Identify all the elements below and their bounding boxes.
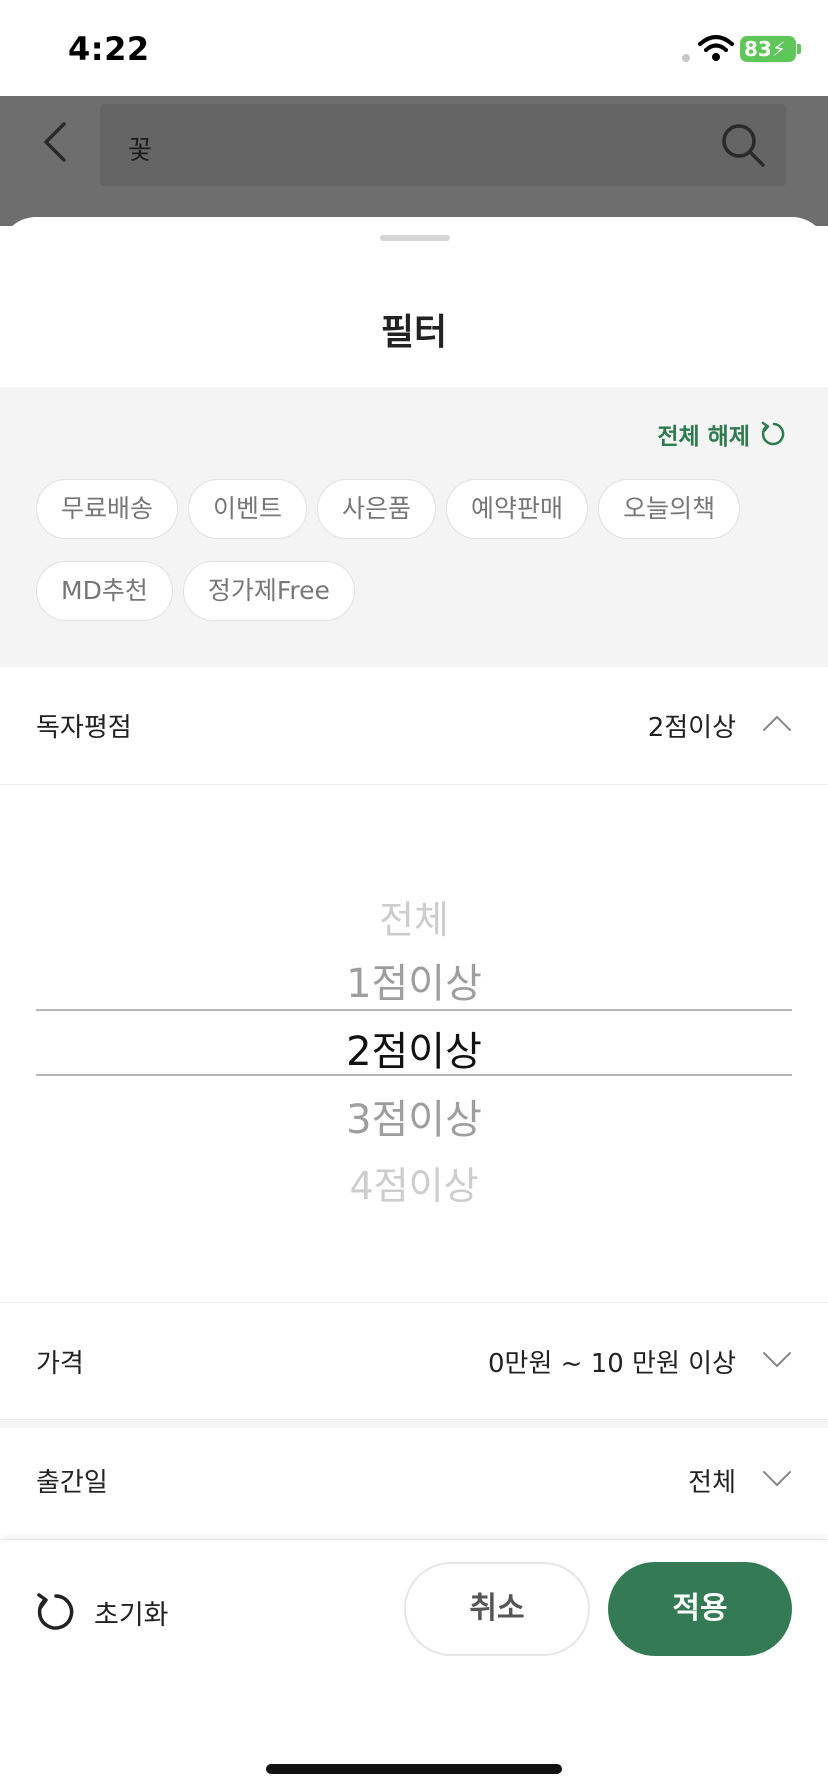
reset-button[interactable]: 초기화 bbox=[34, 1590, 169, 1634]
rating-value: 2점이상 bbox=[647, 713, 736, 743]
status-bar: 4:22 83⚡ bbox=[0, 0, 828, 96]
chip-gift[interactable]: 사은품 bbox=[317, 479, 437, 539]
picker-option[interactable]: 전체 bbox=[0, 889, 828, 944]
reset-label: 초기화 bbox=[94, 1599, 169, 1631]
picker-option-selected[interactable]: 2점이상 bbox=[0, 1019, 828, 1077]
price-label: 가격 bbox=[36, 1349, 84, 1379]
reset-all-label: 전체 해제 bbox=[657, 424, 750, 450]
chevron-up-icon bbox=[763, 716, 791, 731]
battery-tip bbox=[797, 44, 801, 54]
chip-event[interactable]: 이벤트 bbox=[188, 479, 308, 539]
filter-chip-area: 전체 해제 무료배송 이벤트 사은품 예약판매 오늘의책 MD추천 정가제Fre… bbox=[0, 387, 828, 667]
filter-chip-list: 무료배송 이벤트 사은품 예약판매 오늘의책 MD추천 정가제Free bbox=[36, 479, 796, 621]
battery-icon: 83⚡ bbox=[740, 36, 796, 62]
chip-free-shipping[interactable]: 무료배송 bbox=[36, 479, 179, 539]
back-arrow-icon[interactable] bbox=[36, 118, 76, 166]
chip-todays-book[interactable]: 오늘의책 bbox=[598, 479, 741, 539]
chevron-down-icon bbox=[763, 1352, 791, 1367]
search-input[interactable]: 꽃 bbox=[100, 104, 786, 186]
search-query-text: 꽃 bbox=[128, 136, 152, 166]
home-indicator bbox=[266, 1764, 562, 1774]
status-time: 4:22 bbox=[68, 30, 150, 68]
refresh-icon bbox=[761, 421, 785, 446]
release-date-value: 전체 bbox=[688, 1468, 736, 1498]
picker-selection-line-top bbox=[36, 1009, 792, 1011]
chip-price-free[interactable]: 정가제Free bbox=[182, 561, 355, 621]
search-icon[interactable] bbox=[718, 120, 768, 170]
refresh-icon bbox=[37, 1593, 74, 1630]
chevron-down-icon bbox=[763, 1471, 791, 1486]
picker-option[interactable]: 1점이상 bbox=[0, 951, 828, 1009]
price-filter-row[interactable]: 가격 0만원 ~ 10 만원 이상 bbox=[0, 1302, 828, 1420]
apply-button[interactable]: 적용 bbox=[608, 1562, 792, 1656]
reset-all-button[interactable]: 전체 해제 bbox=[657, 417, 788, 451]
search-header: 꽃 bbox=[0, 96, 828, 226]
status-indicator-dot bbox=[682, 54, 690, 62]
release-date-label: 출간일 bbox=[36, 1468, 108, 1498]
battery-level: 83 bbox=[744, 37, 772, 61]
release-date-filter-row[interactable]: 출간일 전체 bbox=[0, 1422, 828, 1540]
chip-preorder[interactable]: 예약판매 bbox=[446, 479, 589, 539]
wifi-icon bbox=[698, 35, 734, 61]
price-value: 0만원 ~ 10 만원 이상 bbox=[488, 1349, 736, 1379]
rating-filter-row[interactable]: 독자평점 2점이상 bbox=[0, 667, 828, 785]
sheet-title: 필터 bbox=[380, 312, 448, 353]
bottom-action-bar: 초기화 취소 적용 bbox=[0, 1540, 828, 1792]
picker-option[interactable]: 4점이상 bbox=[0, 1155, 828, 1210]
rating-label: 독자평점 bbox=[36, 713, 132, 743]
cancel-button[interactable]: 취소 bbox=[404, 1562, 590, 1656]
chip-md-pick[interactable]: MD추천 bbox=[36, 561, 173, 621]
picker-option[interactable]: 3점이상 bbox=[0, 1087, 828, 1145]
sheet-drag-handle[interactable] bbox=[380, 235, 450, 241]
